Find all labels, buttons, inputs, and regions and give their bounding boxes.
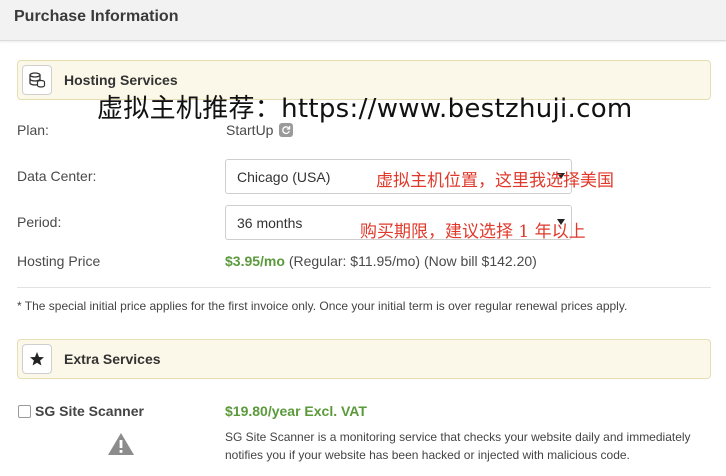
plan-label: Plan: <box>17 122 49 138</box>
star-icon <box>22 344 52 374</box>
hosting-price-regular: (Regular: $11.95/mo) <box>288 253 421 269</box>
sg-scanner-checkbox[interactable] <box>18 405 31 418</box>
warning-icon <box>107 432 135 461</box>
data-center-label: Data Center: <box>17 168 97 184</box>
database-coins-icon <box>22 65 52 95</box>
divider <box>17 287 711 288</box>
page-title: Purchase Information <box>14 8 179 25</box>
period-annotation: 购买期限，建议选择 1 年以上 <box>360 222 586 242</box>
data-center-annotation: 虚拟主机位置，这里我选择美国 <box>376 171 614 191</box>
hosting-price-now-bill: (Now bill $142.20) <box>423 253 537 269</box>
plan-value: StartUp <box>226 122 294 138</box>
data-center-selected: Chicago (USA) <box>237 169 331 185</box>
period-label: Period: <box>17 214 62 230</box>
sg-scanner-price: $19.80/year Excl. VAT <box>225 403 367 419</box>
refresh-icon[interactable] <box>279 123 294 137</box>
hosting-services-title: Hosting Services <box>64 72 178 88</box>
hosting-price-row: $3.95/mo (Regular: $11.95/mo) (Now bill … <box>225 253 537 269</box>
sg-scanner-label[interactable]: SG Site Scanner <box>35 403 144 419</box>
watermark-text: 虚拟主机推荐：https://www.bestzhuji.com <box>97 94 633 124</box>
extra-services-title: Extra Services <box>64 351 161 367</box>
plan-name: StartUp <box>226 122 274 138</box>
hosting-price-label: Hosting Price <box>17 253 101 269</box>
extra-services-section: Extra Services <box>17 339 711 379</box>
hosting-price-value: $3.95/mo <box>225 253 285 269</box>
sg-scanner-description: SG Site Scanner is a monitoring service … <box>225 430 691 462</box>
initial-price-note: * The special initial price applies for … <box>17 299 628 313</box>
period-selected: 36 months <box>237 215 303 231</box>
purchase-header: Purchase Information <box>0 0 726 41</box>
